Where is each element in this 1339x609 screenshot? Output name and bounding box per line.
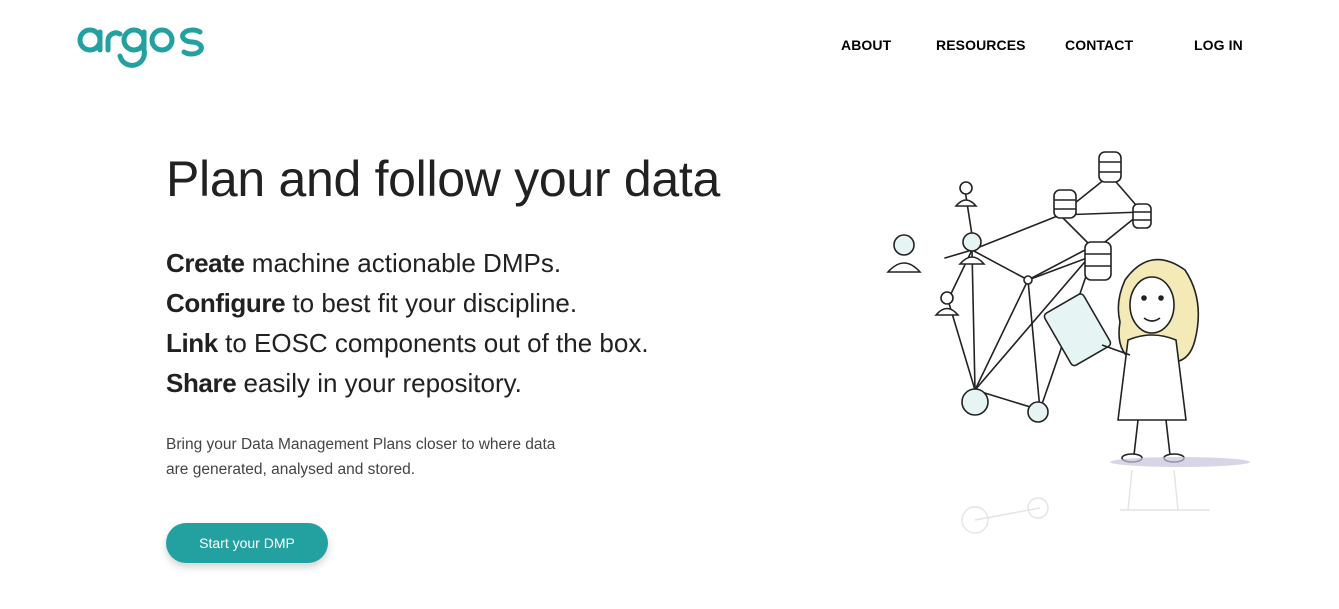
- nav-contact[interactable]: CONTACT: [1065, 37, 1133, 53]
- feature-text: to best fit your discipline.: [292, 288, 578, 318]
- feature-share: Share easily in your repository.: [166, 363, 649, 403]
- feature-list: Create machine actionable DMPs. Configur…: [166, 243, 649, 403]
- feature-configure: Configure to best fit your discipline.: [166, 283, 649, 323]
- nav-login[interactable]: LOG IN: [1194, 37, 1243, 53]
- feature-keyword: Configure: [166, 288, 286, 318]
- feature-text: machine actionable DMPs.: [251, 248, 562, 278]
- nav-about[interactable]: ABOUT: [841, 37, 891, 53]
- feature-create: Create machine actionable DMPs.: [166, 243, 649, 283]
- start-dmp-button[interactable]: Start your DMP: [166, 523, 328, 563]
- feature-link: Link to EOSC components out of the box.: [166, 323, 649, 363]
- feature-text: to EOSC components out of the box.: [225, 328, 649, 358]
- nav-resources[interactable]: RESOURCES: [936, 37, 1026, 53]
- scientist-network-illustration: [886, 151, 1250, 534]
- hero-title: Plan and follow your data: [166, 151, 720, 207]
- hero-subtext: Bring your Data Management Plans closer …: [166, 436, 556, 478]
- feature-keyword: Create: [166, 248, 245, 278]
- feature-text: easily in your repository.: [243, 368, 522, 398]
- feature-keyword: Link: [166, 328, 218, 358]
- top-nav: ABOUT RESOURCES CONTACT LOG IN: [0, 37, 1339, 53]
- feature-keyword: Share: [166, 368, 237, 398]
